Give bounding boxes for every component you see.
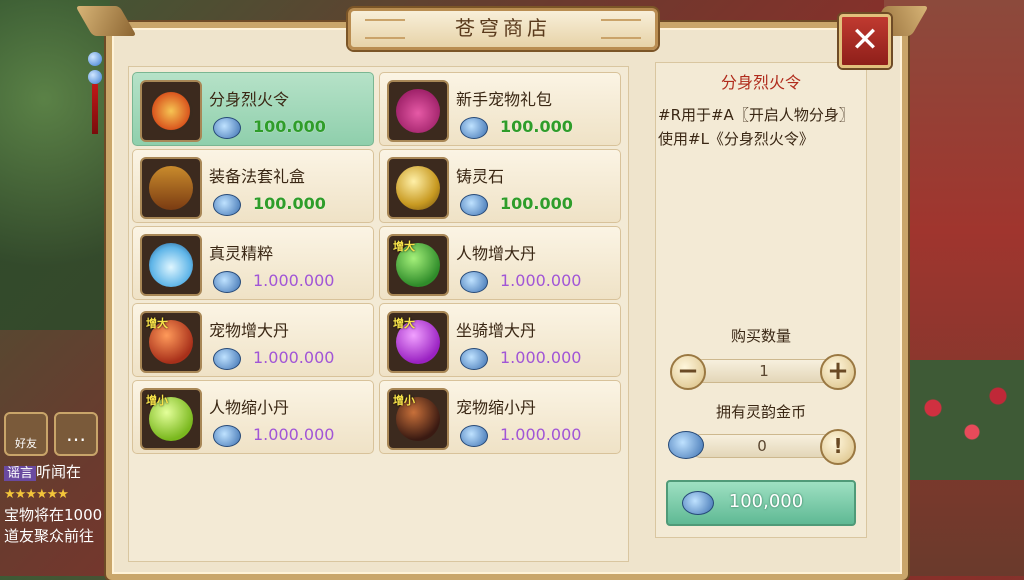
close-button[interactable]: ✕ — [839, 14, 891, 68]
item-badge: 增大 — [393, 317, 415, 330]
detail-description: #R用于#A〖开启人物分身〗使用#L《分身烈火令》 — [658, 106, 854, 148]
quantity-label: 购买数量 — [730, 327, 791, 345]
coin-icon — [460, 194, 488, 216]
item-name: 装备法套礼盒 — [209, 167, 306, 186]
item-name: 人物增大丹 — [456, 244, 537, 263]
close-icon: ✕ — [850, 20, 880, 60]
item-badge: 增大 — [393, 240, 415, 253]
item-price: 1.000.000 — [253, 271, 335, 290]
shop-item[interactable]: 增小 人物缩小丹 1.000.000 — [132, 380, 374, 454]
chat-line: 谣言 听闻在 — [4, 462, 114, 484]
shop-title: 苍穹商店 — [348, 8, 658, 50]
chat-stars: ★★★★★★ — [4, 487, 69, 502]
shop-item[interactable]: 分身烈火令 100.000 — [132, 72, 374, 146]
item-name: 人物缩小丹 — [209, 398, 290, 417]
coin-icon — [213, 117, 241, 139]
item-price: 100.000 — [500, 117, 573, 136]
hanging-ornament-icon — [88, 40, 102, 150]
red-pill-icon: 增大 — [140, 311, 202, 373]
minus-icon: − — [677, 356, 699, 386]
shop-item[interactable]: 增大 宠物增大丹 1.000.000 — [132, 303, 374, 377]
friend-label: 好友 — [15, 437, 37, 450]
item-name: 分身烈火令 — [209, 90, 290, 109]
chat-panel: 好友 … 谣言 听闻在 ★★★★★★ 宝物将在1000 道友聚众前往 — [4, 412, 114, 547]
shop-item[interactable]: 增大 人物增大丹 1.000.000 — [379, 226, 621, 300]
buy-price: 100,000 — [728, 491, 804, 512]
treasure-chest-icon — [140, 157, 202, 219]
shop-item[interactable]: 新手宠物礼包 100.000 — [379, 72, 621, 146]
coin-icon — [213, 348, 241, 370]
shop-item[interactable]: 真灵精粹 1.000.000 — [132, 226, 374, 300]
item-badge: 增小 — [393, 394, 415, 407]
coin-icon — [460, 271, 488, 293]
item-price: 1.000.000 — [253, 348, 335, 367]
golden-orb-icon — [387, 157, 449, 219]
item-price: 1.000.000 — [253, 425, 335, 444]
shop-item[interactable]: 铸灵石 100.000 — [379, 149, 621, 223]
item-price: 1.000.000 — [500, 348, 582, 367]
plus-button[interactable]: + — [820, 354, 856, 390]
item-name: 真灵精粹 — [209, 244, 274, 263]
shop-item[interactable]: 增小 宠物缩小丹 1.000.000 — [379, 380, 621, 454]
shop-item[interactable]: 增大 坐骑增大丹 1.000.000 — [379, 303, 621, 377]
item-price: 100.000 — [500, 194, 573, 213]
item-badge: 增小 — [146, 394, 168, 407]
coin-icon — [213, 425, 241, 447]
gift-bag-icon — [387, 80, 449, 142]
item-name: 宠物缩小丹 — [456, 398, 537, 417]
shop-item[interactable]: 装备法套礼盒 100.000 — [132, 149, 374, 223]
dark-pill-icon: 增小 — [387, 388, 449, 450]
lime-pill-icon: 增小 — [140, 388, 202, 450]
exclamation-icon: ! — [833, 434, 843, 458]
plus-icon: + — [827, 356, 849, 386]
friend-button[interactable]: 好友 — [4, 412, 48, 456]
chat-text: 听闻在 — [36, 463, 82, 481]
item-price: 100.000 — [253, 194, 326, 213]
item-detail-panel: 分身烈火令 #R用于#A〖开启人物分身〗使用#L《分身烈火令》 购买数量 1 −… — [655, 62, 867, 538]
item-price: 1.000.000 — [500, 271, 582, 290]
coin-icon — [460, 348, 488, 370]
background-flowers — [894, 360, 1024, 480]
item-name: 新手宠物礼包 — [456, 90, 553, 109]
quantity-stepper: 1 − + — [670, 353, 856, 390]
flame-token-icon — [140, 80, 202, 142]
coin-icon — [213, 271, 241, 293]
coin-icon — [460, 117, 488, 139]
item-name: 宠物增大丹 — [209, 321, 290, 340]
purple-pill-icon: 增大 — [387, 311, 449, 373]
green-pill-icon: 增大 — [387, 234, 449, 296]
chat-line: 道友聚众前往 — [4, 527, 95, 545]
info-button[interactable]: ! — [820, 429, 856, 465]
item-price: 1.000.000 — [500, 425, 582, 444]
owned-currency-row: 0 ! — [668, 427, 856, 465]
coin-icon — [213, 194, 241, 216]
item-grid: 分身烈火令 100.000 新手宠物礼包 100.000 装备法套礼盒 100.000 铸灵… — [128, 66, 629, 562]
item-name: 坐骑增大丹 — [456, 321, 537, 340]
item-price: 100.000 — [253, 117, 326, 136]
rumor-tag: 谣言 — [4, 466, 37, 481]
chat-bubble-button[interactable]: … — [54, 412, 98, 456]
chat-line: 宝物将在1000 — [4, 506, 103, 524]
coin-icon — [460, 425, 488, 447]
owned-currency-label: 拥有灵韵金币 — [715, 403, 806, 421]
owned-currency-value: 0 — [690, 434, 834, 458]
minus-button[interactable]: − — [670, 354, 706, 390]
quantity-value[interactable]: 1 — [692, 359, 836, 383]
detail-title: 分身烈火令 — [720, 73, 801, 92]
buy-button[interactable]: 100,000 — [666, 480, 856, 526]
coin-icon — [668, 431, 704, 459]
spirit-vase-icon — [140, 234, 202, 296]
item-badge: 增大 — [146, 317, 168, 330]
item-name: 铸灵石 — [456, 167, 505, 186]
